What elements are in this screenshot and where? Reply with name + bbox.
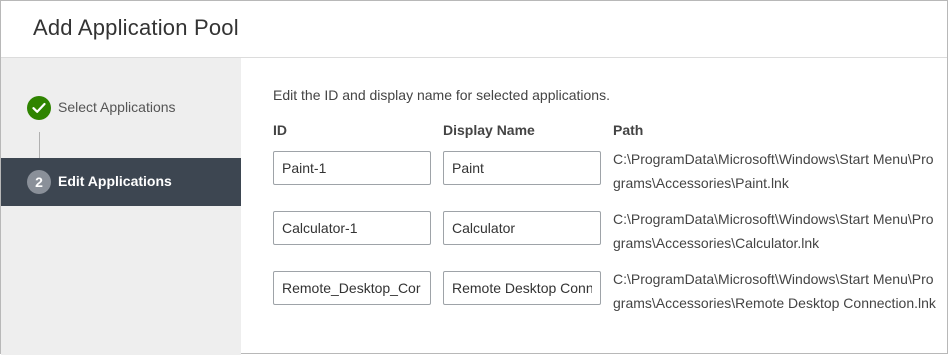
display-name-input[interactable]: [443, 211, 601, 245]
dialog-header: Add Application Pool: [1, 1, 947, 58]
wizard-steps-sidebar: Select Applications 2 Edit Applications: [1, 58, 241, 355]
add-application-pool-dialog: Add Application Pool Select Applications…: [0, 0, 948, 355]
check-icon: [32, 102, 46, 113]
instructions-text: Edit the ID and display name for selecte…: [273, 87, 610, 103]
step-number-badge: 2: [27, 170, 51, 194]
display-name-input[interactable]: [443, 151, 601, 185]
app-path: C:\ProgramData\Microsoft\Windows\Start M…: [613, 271, 936, 311]
app-id-input[interactable]: [273, 271, 431, 305]
step-edit-applications[interactable]: 2 Edit Applications: [1, 158, 241, 206]
edit-applications-panel: Edit the ID and display name for selecte…: [242, 58, 947, 355]
column-header-id: ID: [273, 122, 287, 138]
app-id-input[interactable]: [273, 151, 431, 185]
dialog-title: Add Application Pool: [33, 15, 239, 40]
app-id-input[interactable]: [273, 211, 431, 245]
app-path: C:\ProgramData\Microsoft\Windows\Start M…: [613, 211, 934, 251]
display-name-input[interactable]: [443, 271, 601, 305]
step-connector: [39, 132, 40, 158]
app-path: C:\ProgramData\Microsoft\Windows\Start M…: [613, 151, 934, 191]
step-label: Edit Applications: [58, 173, 172, 189]
step-select-applications[interactable]: Select Applications: [1, 84, 241, 132]
column-header-path: Path: [613, 122, 644, 138]
step-number: 2: [35, 174, 43, 190]
step-label: Select Applications: [58, 99, 176, 115]
column-header-display-name: Display Name: [443, 122, 535, 138]
step-completed-badge: [27, 96, 51, 120]
